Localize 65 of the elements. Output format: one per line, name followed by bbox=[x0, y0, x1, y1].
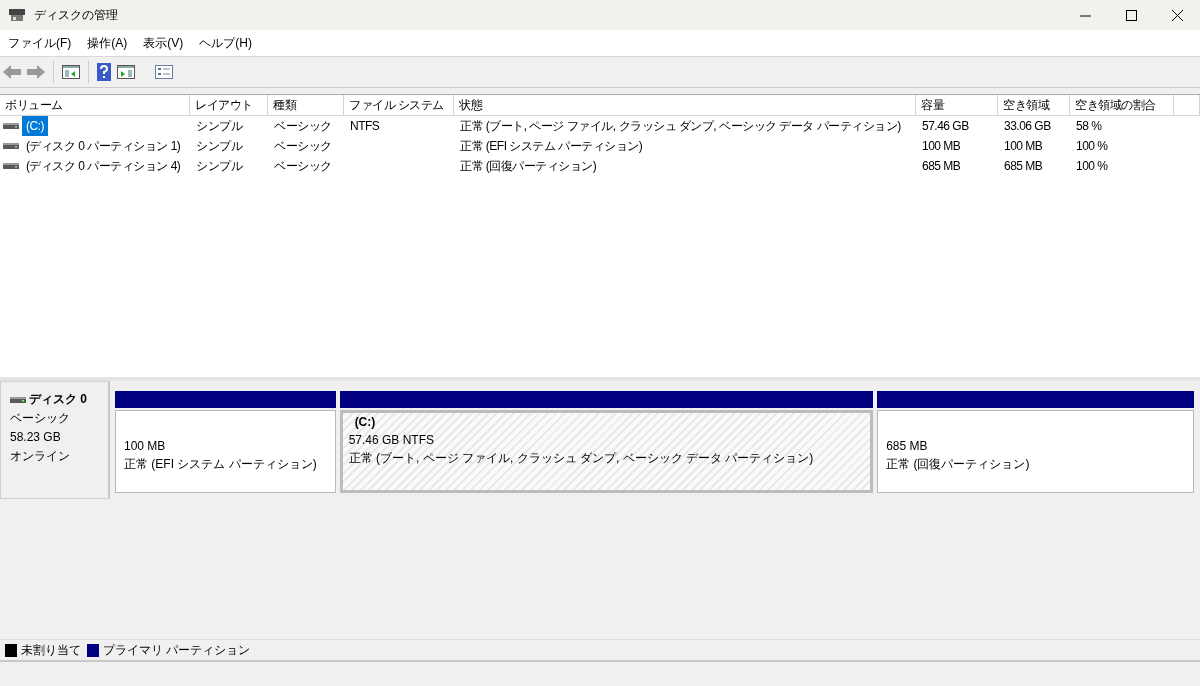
menu-item[interactable]: 表示(V) bbox=[137, 34, 190, 52]
column-header[interactable]: ファイル システム bbox=[344, 95, 454, 116]
partition-block[interactable]: 685 MB 正常 (回復パーティション) bbox=[877, 410, 1194, 493]
table-cell-text: 33.06 GB bbox=[1003, 118, 1052, 135]
disk-type: ベーシック bbox=[10, 410, 71, 427]
table-cell-text: 正常 (EFI システム パーティション) bbox=[459, 138, 644, 155]
help-icon[interactable] bbox=[97, 63, 111, 81]
table-cell-text: シンプル bbox=[195, 118, 244, 135]
table-cell-text: ベーシック bbox=[273, 118, 333, 135]
maximize-icon bbox=[1125, 9, 1137, 21]
table-cell-text: 100 MB bbox=[921, 138, 962, 155]
table-cell-text: 685 MB bbox=[1003, 158, 1044, 175]
console-pane-icon[interactable] bbox=[62, 65, 80, 79]
menu-item[interactable]: ヘルプ(H) bbox=[193, 34, 258, 52]
legend-label: プライマリ パーティション bbox=[103, 641, 251, 659]
legend-label: 未割り当て bbox=[21, 641, 81, 659]
column-header[interactable]: 種類 bbox=[268, 95, 344, 116]
disk-management-icon bbox=[8, 8, 26, 22]
table-cell-text: 100 % bbox=[1075, 138, 1109, 155]
table-cell-text: シンプル bbox=[195, 158, 244, 175]
menu-item[interactable]: 操作(A) bbox=[81, 34, 134, 52]
column-header[interactable]: 空き領域の割合 bbox=[1070, 95, 1174, 116]
table-cell-text: シンプル bbox=[195, 138, 244, 155]
window-title: ディスクの管理 bbox=[34, 6, 118, 24]
volume-name[interactable]: (C:) bbox=[22, 116, 48, 136]
table-cell-text: 57.46 GB bbox=[921, 118, 970, 135]
drive-icon bbox=[3, 122, 19, 130]
column-header[interactable]: 空き領域 bbox=[998, 95, 1070, 116]
table-cell-text: 100 MB bbox=[1003, 138, 1044, 155]
disk-status: オンライン bbox=[10, 448, 71, 465]
partition-size: 100 MB bbox=[124, 438, 167, 455]
column-header[interactable]: 状態 bbox=[454, 95, 916, 116]
properties-list-icon[interactable] bbox=[155, 65, 173, 79]
drive-icon bbox=[10, 395, 26, 404]
partition-block[interactable]: (C:) 57.46 GB NTFS 正常 (ブート, ページ ファイル, クラッシュ ダンプ, ベーシック データ パーティション) bbox=[339, 410, 874, 493]
disk-info-panel[interactable]: ディスク 0 ベーシック 58.23 GB オンライン bbox=[0, 381, 110, 499]
table-cell-text: 正常 (ブート, ページ ファイル, クラッシュ ダンプ, ベーシック データ パーティション) bbox=[459, 118, 902, 135]
partition-size: 685 MB bbox=[886, 438, 929, 455]
drive-icon bbox=[3, 142, 19, 150]
action-pane-icon[interactable] bbox=[117, 65, 135, 79]
partition-size: 57.46 GB NTFS bbox=[348, 432, 435, 449]
table-cell-text: 100 % bbox=[1075, 158, 1109, 175]
column-header[interactable]: ボリューム bbox=[0, 95, 190, 116]
volume-name[interactable]: (ディスク 0 パーティション 4) bbox=[22, 156, 185, 176]
disk-size: 58.23 GB bbox=[10, 429, 62, 446]
table-cell-text: NTFS bbox=[349, 118, 381, 135]
drive-icon bbox=[3, 162, 19, 170]
partition-block[interactable]: 100 MB 正常 (EFI システム パーティション) bbox=[115, 410, 336, 493]
close-icon bbox=[1171, 9, 1183, 21]
partition-label: (C:) bbox=[353, 414, 377, 431]
table-cell-text: 685 MB bbox=[921, 158, 962, 175]
table-cell-text: 正常 (回復パーティション) bbox=[459, 158, 598, 175]
forward-arrow-icon[interactable] bbox=[27, 65, 45, 79]
table-cell-text: 58 % bbox=[1075, 118, 1103, 135]
volume-name[interactable]: (ディスク 0 パーティション 1) bbox=[22, 136, 185, 156]
back-arrow-icon[interactable] bbox=[3, 65, 21, 79]
column-header[interactable]: レイアウト bbox=[190, 95, 268, 116]
partition-status: 正常 (回復パーティション) bbox=[886, 456, 1031, 473]
disk-name: ディスク 0 bbox=[29, 391, 87, 408]
partition-status: 正常 (ブート, ページ ファイル, クラッシュ ダンプ, ベーシック データ パーティション) bbox=[348, 450, 815, 467]
partition-status: 正常 (EFI システム パーティション) bbox=[124, 456, 318, 473]
table-cell-text: ベーシック bbox=[273, 158, 333, 175]
column-header[interactable]: 容量 bbox=[916, 95, 998, 116]
menu-item[interactable]: ファイル(F) bbox=[2, 34, 78, 52]
table-cell-text: ベーシック bbox=[273, 138, 333, 155]
